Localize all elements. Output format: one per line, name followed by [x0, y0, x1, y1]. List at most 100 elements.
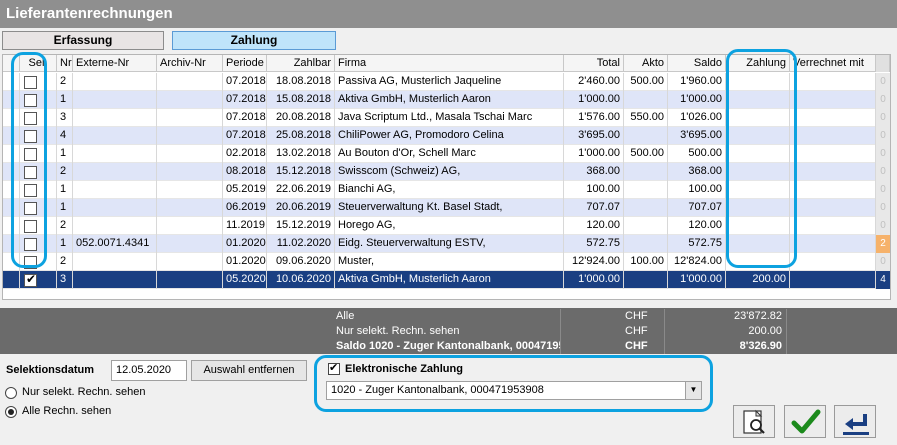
- konto-select[interactable]: 1020 - Zuger Kantonalbank, 000471953908 …: [326, 381, 702, 400]
- elektronische-zahlung-checkbox[interactable]: [328, 361, 340, 375]
- summary-panel: Alle CHF 23'872.82 Nur selekt. Rechn. se…: [0, 308, 897, 354]
- table-row[interactable]: 4 07.2018 25.08.2018 ChiliPower AG, Promodo…: [3, 127, 890, 145]
- cell-zahlung: [726, 235, 790, 253]
- summary-row-alle: Alle CHF 23'872.82: [0, 309, 893, 324]
- cell-zahlbar: 10.06.2020: [267, 271, 335, 289]
- table-row[interactable]: 1 052.0071.4341 01.2020 11.02.2020 Eidg. Ste…: [3, 235, 890, 253]
- header-firma[interactable]: Firma: [335, 55, 564, 72]
- header-nr[interactable]: Nr: [57, 55, 73, 72]
- cell-total: 100.00: [564, 181, 624, 199]
- header-zahlbar[interactable]: Zahlbar: [267, 55, 335, 72]
- cell-zahlung: [726, 163, 790, 181]
- preview-button[interactable]: [733, 405, 775, 438]
- cell-zahlung: [726, 181, 790, 199]
- row-select-checkbox[interactable]: [24, 130, 37, 143]
- cell-externe-nr: [73, 127, 157, 145]
- cell-zahlung: [726, 199, 790, 217]
- grid-header: Sel. Nr Externe-Nr Archiv-Nr Periode Zah…: [3, 55, 890, 72]
- selektionsdatum-input[interactable]: 12.05.2020: [111, 360, 187, 381]
- cell-firma: Java Scriptum Ltd., Masala Tschai Marc: [335, 109, 564, 127]
- summary-label: Saldo 1020 - Zuger Kantonalbank, 0004719…: [332, 339, 561, 354]
- cell-total: 2'460.00: [564, 73, 624, 91]
- table-row[interactable]: 2 01.2020 09.06.2020 Muster, 12'924.00 100.00…: [3, 253, 890, 271]
- cell-total: 1'000.00: [564, 145, 624, 163]
- green-check-icon: [791, 409, 821, 434]
- ok-button[interactable]: [784, 405, 826, 438]
- header-saldo[interactable]: Saldo: [668, 55, 726, 72]
- row-select-checkbox[interactable]: [24, 202, 37, 215]
- row-select-checkbox[interactable]: [24, 94, 37, 107]
- header-total[interactable]: Total: [564, 55, 624, 72]
- cell-archiv-nr: [157, 181, 223, 199]
- table-row[interactable]: 1 07.2018 15.08.2018 Aktiva GmbH, Musterlic…: [3, 91, 890, 109]
- header-zahlung[interactable]: Zahlung: [726, 55, 790, 72]
- cell-archiv-nr: [157, 163, 223, 181]
- radio-nur-selekt[interactable]: [5, 387, 17, 399]
- cell-firma: Swisscom (Schweiz) AG,: [335, 163, 564, 181]
- cell-externe-nr: [73, 91, 157, 109]
- chevron-down-icon[interactable]: ▼: [685, 382, 701, 399]
- table-row[interactable]: 1 02.2018 13.02.2018 Au Bouton d'Or, Schell…: [3, 145, 890, 163]
- cell-zahlung: [726, 253, 790, 271]
- cell-akto: 500.00: [624, 73, 668, 91]
- row-select-checkbox[interactable]: [24, 76, 37, 89]
- cell-nr: 1: [57, 235, 73, 253]
- cell-saldo: 1'000.00: [668, 271, 726, 289]
- row-select-checkbox[interactable]: [24, 112, 37, 125]
- cell-zahlbar: 13.02.2018: [267, 145, 335, 163]
- cell-externe-nr: [73, 253, 157, 271]
- konto-select-value: 1020 - Zuger Kantonalbank, 000471953908: [331, 384, 544, 396]
- row-select-checkbox[interactable]: [24, 256, 37, 269]
- cell-akto: [624, 235, 668, 253]
- tab-zahlung[interactable]: Zahlung: [172, 31, 336, 50]
- table-row[interactable]: 3 05.2020 10.06.2020 Aktiva GmbH, Musterlic…: [3, 271, 890, 289]
- cell-periode: 06.2019: [223, 199, 267, 217]
- row-indicator: [3, 73, 20, 91]
- cell-side-count: 0: [876, 145, 890, 163]
- table-row[interactable]: 2 07.2018 18.08.2018 Passiva AG, Musterlich…: [3, 73, 890, 91]
- row-select-checkbox[interactable]: [24, 272, 37, 287]
- header-sel[interactable]: Sel.: [20, 55, 57, 72]
- row-select-checkbox[interactable]: [24, 238, 37, 251]
- row-indicator: [3, 235, 20, 253]
- tab-erfassung[interactable]: Erfassung: [2, 31, 164, 50]
- cell-externe-nr: 052.0071.4341: [73, 235, 157, 253]
- table-row[interactable]: 2 08.2018 15.12.2018 Swisscom (Schweiz) AG,…: [3, 163, 890, 181]
- cell-saldo: 707.07: [668, 199, 726, 217]
- cell-externe-nr: [73, 73, 157, 91]
- cell-externe-nr: [73, 145, 157, 163]
- auswahl-entfernen-button[interactable]: Auswahl entfernen: [191, 360, 307, 381]
- summary-row-selected: Nur selekt. Rechn. sehen CHF 200.00: [0, 324, 893, 339]
- cell-side-count: 0: [876, 73, 890, 91]
- cell-total: 1'576.00: [564, 109, 624, 127]
- table-row[interactable]: 1 06.2019 20.06.2019 Steuerverwaltung Kt. B…: [3, 199, 890, 217]
- cell-akto: [624, 199, 668, 217]
- row-indicator: [3, 91, 20, 109]
- row-indicator: [3, 127, 20, 145]
- cell-zahlung: [726, 145, 790, 163]
- header-archiv-nr[interactable]: Archiv-Nr: [157, 55, 223, 72]
- cell-externe-nr: [73, 163, 157, 181]
- row-select-checkbox[interactable]: [24, 220, 37, 233]
- header-periode[interactable]: Periode: [223, 55, 267, 72]
- header-verrechnet-mit[interactable]: Verrechnet mit: [790, 55, 876, 72]
- summary-amount: 8'326.90: [723, 339, 787, 354]
- row-select-checkbox[interactable]: [24, 148, 37, 161]
- table-row[interactable]: 1 05.2019 22.06.2019 Bianchi AG, 100.00 100.0…: [3, 181, 890, 199]
- header-externe-nr[interactable]: Externe-Nr: [73, 55, 157, 72]
- table-row[interactable]: 3 07.2018 20.08.2018 Java Scriptum Ltd., Ma…: [3, 109, 890, 127]
- cell-periode: 07.2018: [223, 127, 267, 145]
- cell-akto: [624, 271, 668, 289]
- cell-saldo: 12'824.00: [668, 253, 726, 271]
- cell-side-count: 0: [876, 199, 890, 217]
- row-select-checkbox[interactable]: [24, 184, 37, 197]
- cell-akto: 500.00: [624, 145, 668, 163]
- radio-alle[interactable]: [5, 406, 17, 418]
- cell-side-count: 0: [876, 127, 890, 145]
- cell-nr: 1: [57, 91, 73, 109]
- row-select-checkbox[interactable]: [24, 166, 37, 179]
- header-akto[interactable]: Akto: [624, 55, 668, 72]
- back-button[interactable]: [834, 405, 876, 438]
- cell-total: 3'695.00: [564, 127, 624, 145]
- table-row[interactable]: 2 11.2019 15.12.2019 Horego AG, 120.00 120.00…: [3, 217, 890, 235]
